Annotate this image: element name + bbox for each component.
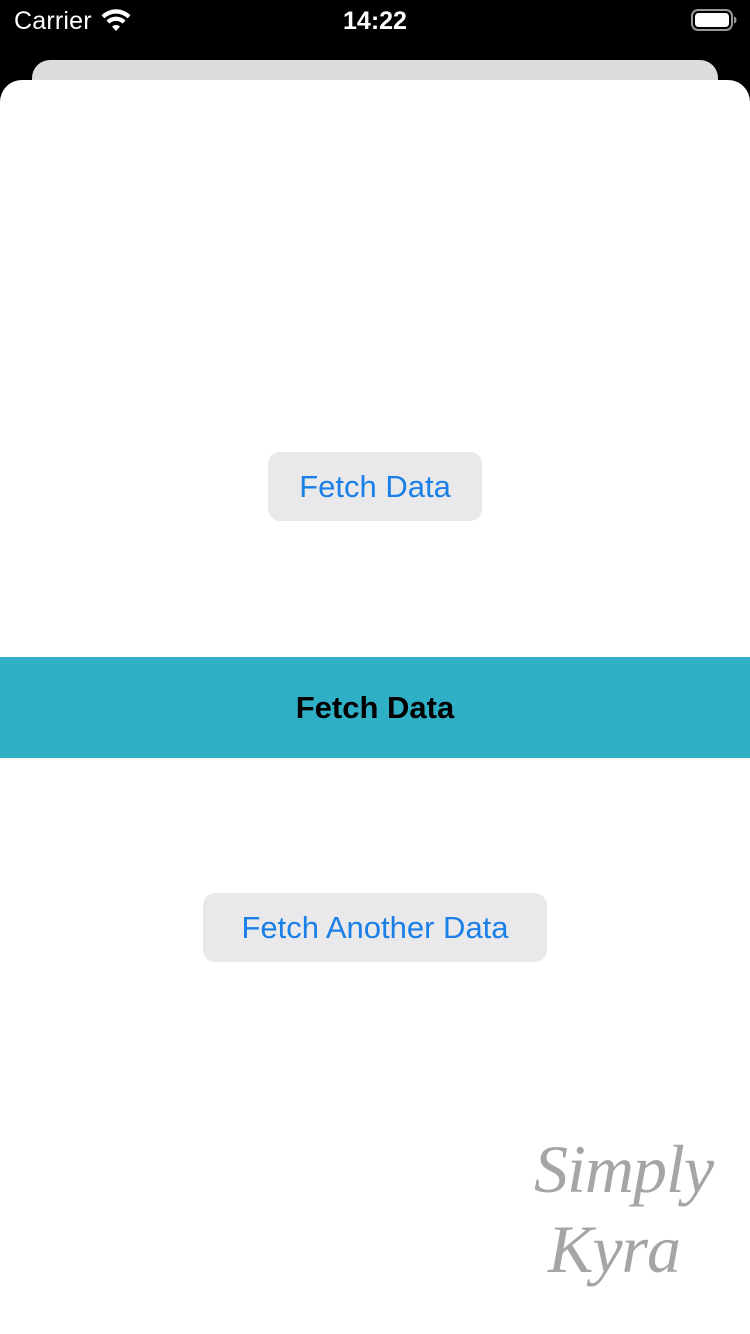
battery-icon (691, 9, 737, 31)
fetch-data-banner: Fetch Data (0, 657, 750, 758)
status-bar: Carrier 14:22 (0, 0, 750, 42)
screen: Carrier 14:22 Fetch Data Fetch Data Fetc… (0, 0, 750, 1334)
status-time: 14:22 (343, 7, 407, 35)
watermark-line-simply: Simply (534, 1131, 714, 1207)
modal-sheet: Fetch Data Fetch Data Fetch Another Data… (0, 80, 750, 1334)
watermark-logo: Simply Kyra (520, 1130, 740, 1310)
watermark-line-kyra: Kyra (548, 1211, 681, 1287)
fetch-data-button[interactable]: Fetch Data (268, 452, 482, 521)
fetch-another-data-button[interactable]: Fetch Another Data (203, 893, 547, 962)
